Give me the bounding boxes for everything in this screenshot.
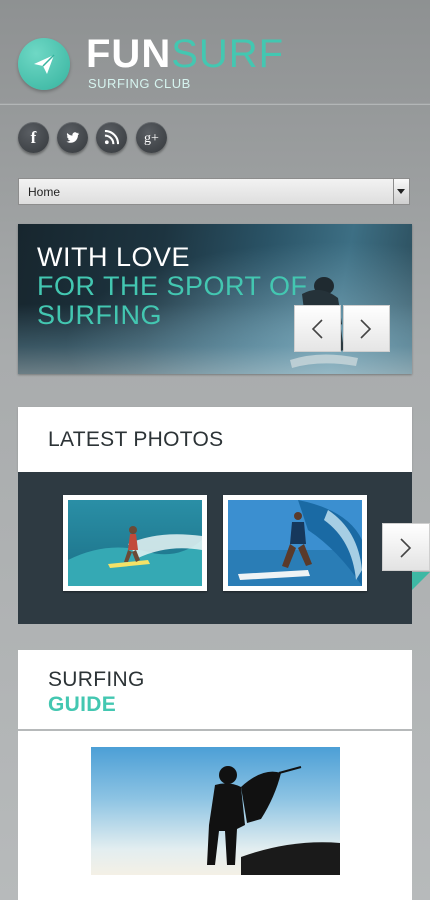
slider-prev-button[interactable] <box>294 305 341 352</box>
hero-headline-line1: WITH LOVE <box>37 242 191 272</box>
hero-slider: WITH LOVE FOR THE SPORT OF SURFING <box>18 224 412 374</box>
hero-headline-line3: SURFING <box>37 300 162 330</box>
brand-tagline: SURFING CLUB <box>88 76 191 91</box>
latest-photos-title: LATEST PHOTOS <box>48 428 224 451</box>
photo-thumbnail[interactable] <box>223 495 367 591</box>
googleplus-icon: g+ <box>144 131 159 146</box>
hero-headline-line2: FOR THE SPORT OF <box>37 271 308 301</box>
photos-next-button[interactable] <box>382 523 430 571</box>
chevron-right-icon <box>360 319 372 339</box>
teal-corner-accent <box>412 572 430 590</box>
guide-photo[interactable] <box>91 747 340 875</box>
guide-divider <box>18 729 412 731</box>
brand-name-surf: SURF <box>171 32 285 76</box>
header-divider <box>0 103 430 105</box>
brand-name-fun: FUN <box>86 32 172 76</box>
facebook-button[interactable]: f <box>18 122 49 153</box>
slider-next-button[interactable] <box>343 305 390 352</box>
chevron-down-icon[interactable] <box>393 179 409 204</box>
rss-icon <box>104 130 119 145</box>
chevron-left-icon <box>311 319 323 339</box>
surfing-guide-title-line1: SURFING <box>48 668 145 691</box>
googleplus-button[interactable]: g+ <box>136 122 167 153</box>
twitter-button[interactable] <box>57 122 88 153</box>
latest-photos-header: LATEST PHOTOS <box>18 407 412 472</box>
latest-photos-carousel <box>18 472 412 624</box>
photo-thumbnail[interactable] <box>63 495 207 591</box>
navigation-select-value: Home <box>28 185 61 199</box>
surfer-silhouette-image <box>207 766 340 875</box>
twitter-icon <box>66 132 80 143</box>
chevron-right-icon <box>400 538 412 558</box>
facebook-icon: f <box>30 128 37 147</box>
surfing-guide-title-line2: GUIDE <box>48 693 117 716</box>
brand-logotype[interactable]: FUNSURF <box>86 32 284 76</box>
logo-paper-plane-icon[interactable] <box>18 38 70 90</box>
surfing-guide-title: SURFING GUIDE <box>48 667 145 717</box>
rss-button[interactable] <box>96 122 127 153</box>
navigation-select[interactable]: Home <box>18 178 410 205</box>
photo-surfer-wave-2 <box>228 500 362 586</box>
photo-surfer-wave-1 <box>68 500 202 586</box>
